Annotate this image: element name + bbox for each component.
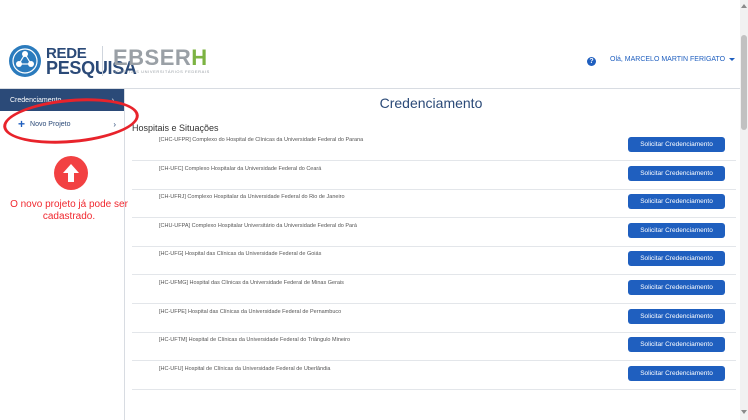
table-row: [CHC-UFPR] Complexo do Hospital de Clíni… — [132, 132, 736, 161]
ebserh-wordmark: EBSERH — [113, 47, 210, 69]
hospital-name: [HC-UFTM] Hospital de Clínicas da Univer… — [159, 337, 351, 344]
chevron-right-icon: › — [113, 119, 116, 129]
ebserh-subtitle: HOSPITAIS UNIVERSITÁRIOS FEDERAIS — [113, 69, 210, 74]
scrollbar-thumb[interactable] — [741, 35, 747, 130]
header: REDE PESQUISA EBSERH HOSPITAIS UNIVERSIT… — [0, 0, 740, 88]
solicitar-credenciamento-button[interactable]: Solicitar Credenciamento — [628, 137, 725, 152]
ebserh-main: EBSER — [113, 45, 192, 70]
sidebar-item-label: Novo Projeto — [30, 120, 71, 128]
solicitar-credenciamento-button[interactable]: Solicitar Credenciamento — [628, 365, 725, 381]
hospital-name: [CHC-UFPR] Complexo do Hospital de Clíni… — [159, 137, 364, 143]
hospital-name: [HC-UFU] Hospital de Clínicas da Univers… — [159, 365, 331, 372]
solicitar-credenciamento-button[interactable]: Solicitar Credenciamento — [628, 308, 725, 324]
solicitar-credenciamento-button[interactable]: Solicitar Credenciamento — [628, 280, 725, 295]
hospital-name: [CH-UFC] Complexo Hospitalar da Universi… — [159, 165, 322, 172]
sidebar-item-novo-projeto[interactable]: + Novo Projeto › — [0, 113, 124, 135]
sidebar: Credenciamento › + Novo Projeto › — [0, 89, 125, 420]
scrollbar[interactable] — [740, 0, 748, 420]
hospital-name: [HC-UFMG] Hospital das Clínicas da Unive… — [159, 280, 344, 286]
user-greeting: Olá, MARCELO MARTIN FERIGATO — [610, 56, 726, 63]
caret-down-icon — [729, 58, 736, 61]
table-row: [HC-UFU] Hospital de Clínicas da Univers… — [132, 361, 736, 390]
sidebar-item-credenciamento[interactable]: Credenciamento › — [0, 89, 124, 111]
solicitar-credenciamento-button[interactable]: Solicitar Credenciamento — [628, 251, 725, 267]
plus-icon: + — [18, 117, 26, 131]
table-row: [CH-UFC] Complexo Hospitalar da Universi… — [132, 161, 736, 190]
table-row: [HC-UFPE] Hospital das Clínicas da Unive… — [132, 304, 736, 333]
solicitar-credenciamento-button[interactable]: Solicitar Credenciamento — [628, 337, 725, 353]
table-row: [CHU-UFPA] Complexo Hospitalar Universit… — [132, 218, 736, 247]
hospital-name: [HC-UFPE] Hospital das Clínicas da Unive… — [159, 308, 342, 315]
scroll-down-icon[interactable] — [741, 410, 747, 414]
rede-pesquisa-hex-icon — [9, 45, 41, 77]
solicitar-credenciamento-button[interactable]: Solicitar Credenciamento — [628, 194, 725, 210]
hospital-name: [CH-UFRJ] Complexo Hospitalar da Univers… — [159, 194, 345, 201]
user-menu[interactable]: Olá, MARCELO MARTIN FERIGATO — [610, 56, 736, 63]
ebserh-logo: EBSERH HOSPITAIS UNIVERSITÁRIOS FEDERAIS — [113, 47, 210, 75]
table-row: [HC-UFG] Hospital das Clínicas da Univer… — [132, 246, 736, 276]
solicitar-credenciamento-button[interactable]: Solicitar Credenciamento — [628, 165, 725, 181]
scroll-up-icon[interactable] — [741, 4, 747, 8]
table-row: [HC-UFTM] Hospital de Clínicas da Univer… — [132, 332, 736, 362]
page-title: Credenciamento — [379, 95, 483, 111]
solicitar-credenciamento-button[interactable]: Solicitar Credenciamento — [628, 222, 725, 238]
ebserh-h: H — [191, 45, 208, 70]
main-content: Credenciamento Hospitais e Situações [CH… — [125, 89, 740, 420]
hospital-name: [CHU-UFPA] Complexo Hospitalar Universit… — [159, 222, 357, 229]
logo-separator — [102, 46, 103, 76]
hospital-name: [HC-UFG] Hospital das Clínicas da Univer… — [159, 251, 322, 258]
table-row: [HC-UFMG] Hospital das Clínicas da Unive… — [132, 275, 736, 304]
arrow-up-icon — [54, 156, 88, 190]
sidebar-item-label: Credenciamento — [10, 96, 62, 104]
chevron-right-icon: › — [111, 96, 114, 104]
help-icon[interactable]: ? — [587, 57, 596, 66]
table-row: [CH-UFRJ] Complexo Hospitalar da Univers… — [132, 189, 736, 219]
annotation-text: O novo projeto já pode ser cadastrado. — [10, 199, 128, 222]
